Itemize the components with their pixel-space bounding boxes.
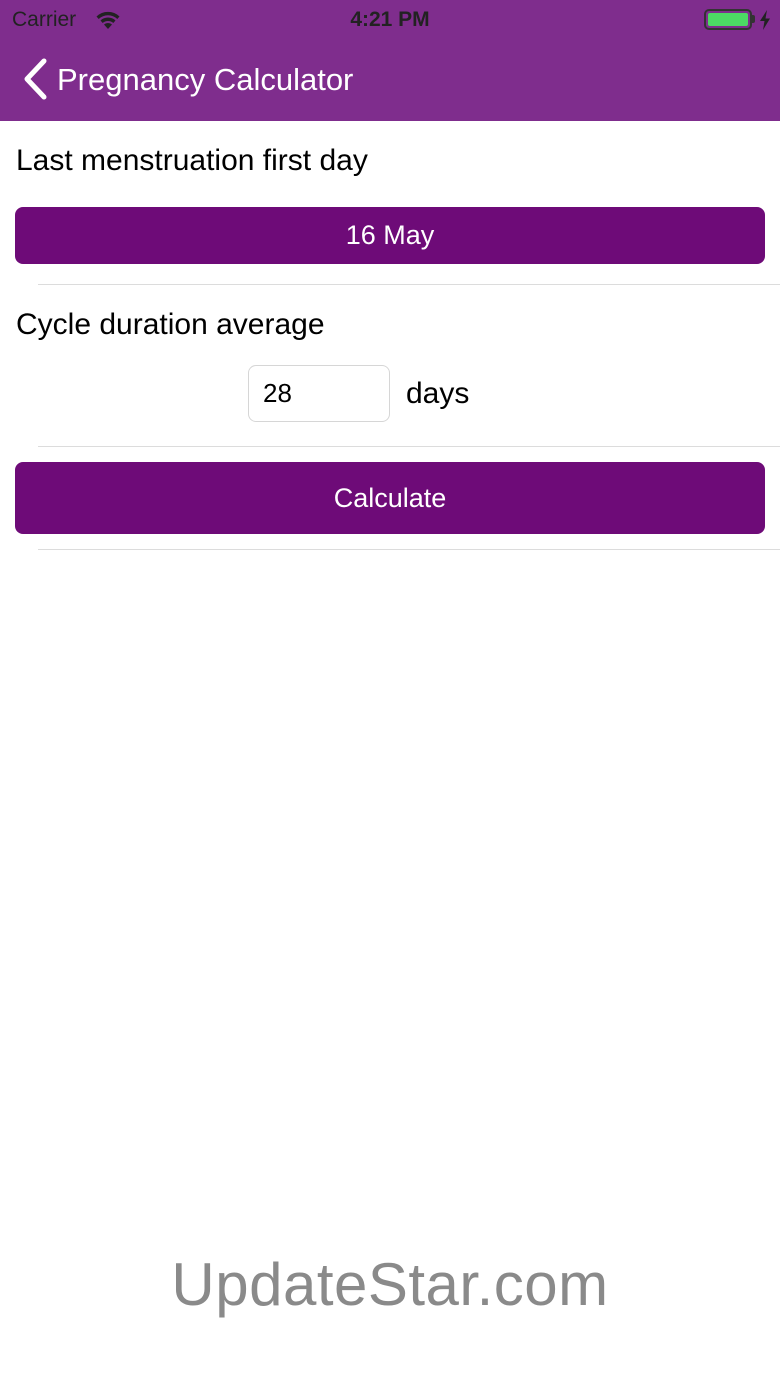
divider (38, 446, 780, 447)
battery-level-fill (708, 13, 748, 26)
navigation-bar: Pregnancy Calculator (0, 40, 780, 121)
days-unit-label: days (406, 377, 470, 410)
date-picker-button[interactable]: 16 May (15, 207, 765, 264)
divider (38, 549, 780, 550)
clock: 4:21 PM (350, 8, 430, 31)
divider (38, 284, 780, 285)
battery-tip (752, 15, 755, 23)
cycle-label: Cycle duration average (16, 308, 325, 341)
cycle-duration-input[interactable] (248, 365, 390, 422)
calculate-button[interactable]: Calculate (15, 462, 765, 534)
menstruation-label: Last menstruation first day (16, 144, 368, 177)
watermark: UpdateStar.com (171, 1251, 609, 1318)
status-bar: Carrier 4:21 PM (0, 0, 780, 40)
battery-icon (704, 9, 752, 30)
charging-bolt-icon (760, 10, 770, 30)
nav-title: Pregnancy Calculator (57, 62, 354, 97)
chevron-left-icon[interactable] (18, 56, 54, 102)
